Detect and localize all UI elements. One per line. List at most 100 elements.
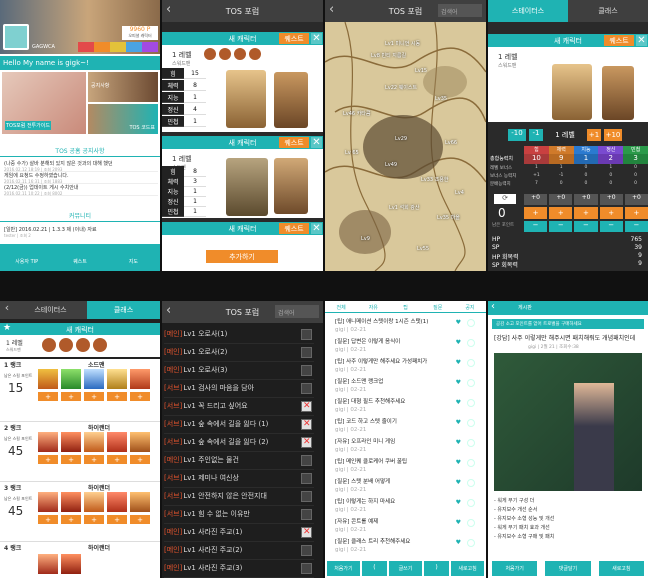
skill-icon[interactable] xyxy=(84,369,104,389)
skill-icon[interactable] xyxy=(84,492,104,512)
increase-button[interactable]: + xyxy=(130,392,150,401)
quest-checkbox[interactable] xyxy=(301,563,312,574)
skill-icon[interactable] xyxy=(61,432,81,452)
write-button[interactable]: 글쓰기 xyxy=(389,561,422,576)
plus-button[interactable]: +0 xyxy=(599,194,623,206)
list-item[interactable]: [자유] 콘트롤 예제 gigi | 02-21 ♥ xyxy=(335,517,475,533)
banner-right-bottom[interactable]: TOS 코드표 xyxy=(88,104,158,134)
tab-status[interactable]: 스테이터스 xyxy=(488,0,568,22)
list-item[interactable]: [질문] 클래스 트리 추천해주세요 gigi | 02-21 ♥ xyxy=(335,537,475,553)
map-label[interactable]: Lv66 xyxy=(445,140,457,146)
level-plus-1-button[interactable]: +1 xyxy=(587,129,601,141)
increase-button[interactable]: + xyxy=(524,207,548,219)
increase-button[interactable]: + xyxy=(38,455,58,464)
quest-item[interactable]: [서브] Lv1 숲 속에서 길을 잃다 (1) xyxy=(164,415,314,434)
quest-checkbox[interactable] xyxy=(301,437,312,448)
list-item[interactable]: [질문] 대형 필드 추천해주세요 gigi | 02-21 ♥ xyxy=(335,397,475,413)
next-page-button[interactable]: ) xyxy=(423,561,450,576)
skill-icon[interactable] xyxy=(130,432,150,452)
skill-icon[interactable] xyxy=(38,554,58,574)
back-icon[interactable]: ‹ xyxy=(491,301,495,312)
map-label[interactable]: Lv 65 xyxy=(345,150,359,156)
map-label[interactable]: Lv1 석회 광산 xyxy=(389,204,420,211)
skill-icon[interactable] xyxy=(130,492,150,512)
list-item[interactable]: [자유] 오프라인 미니 게임 gigi | 02-21 ♥ xyxy=(335,437,475,453)
quest-button[interactable]: 퀘스트 xyxy=(279,33,309,44)
comment-button[interactable]: 댓글달기 xyxy=(545,561,591,576)
quest-item[interactable]: [서브] Lv1 숲 속에서 길을 잃다 (2) xyxy=(164,433,314,452)
list-item[interactable]: [팁] 사주 이렇게만 해주세요 가성패치가 gigi | 02-21 ♥ xyxy=(335,357,475,373)
map-label[interactable]: Lv46 카타콤 xyxy=(343,110,371,117)
refresh-icon[interactable]: ⟳ xyxy=(494,194,516,204)
plus-button[interactable]: +0 xyxy=(524,194,548,206)
prev-page-button[interactable]: ( xyxy=(361,561,388,576)
character-card[interactable]: 새 캐릭터 퀘스트 ✕ xyxy=(162,222,323,271)
skill-icon[interactable] xyxy=(38,369,58,389)
decrease-button[interactable]: − xyxy=(574,220,598,232)
quest-item[interactable]: [서브] Lv1 검사의 마음을 담아 xyxy=(164,379,314,398)
character-card[interactable]: 새 캐릭터 퀘스트 ✕ 1 레벨 스워드맨 힘 15 체력 8 지능 1 정신 4 민첩… xyxy=(162,32,323,132)
map-label[interactable]: Lv8 빈티 지름길 xyxy=(371,52,406,59)
list-item[interactable]: [팁] 메인퀘 클로케어 쿠버 꿀팁 gigi | 02-21 ♥ xyxy=(335,457,475,473)
quest-item[interactable]: [서브] Lv1 안전하지 않은 안전지대 xyxy=(164,487,314,506)
list-item[interactable]: (나중 수가) 살바 분해되 있지 않은 것과의 대해 했던 2016.02.1… xyxy=(4,160,158,172)
quest-checkbox[interactable] xyxy=(301,455,312,466)
skill-icon[interactable] xyxy=(107,369,127,389)
map-label[interactable]: Lv9 xyxy=(361,236,370,242)
nav-map[interactable]: 지도 xyxy=(107,244,160,271)
increase-button[interactable]: + xyxy=(84,392,104,401)
plus-button[interactable]: +0 xyxy=(624,194,648,206)
first-page-button[interactable]: 처음가기 xyxy=(492,561,538,576)
quest-checkbox[interactable] xyxy=(301,419,312,430)
quest-item[interactable]: [메인] Lv1 오로사(1) xyxy=(164,325,314,344)
list-item[interactable]: [질문] 소드맨 랭크업 gigi | 02-21 ♥ xyxy=(335,377,475,393)
skill-icon[interactable] xyxy=(61,492,81,512)
skill-icon[interactable] xyxy=(130,369,150,389)
increase-button[interactable]: + xyxy=(549,207,573,219)
nav-quest[interactable]: 퀘스트 xyxy=(53,244,106,271)
quest-checkbox[interactable] xyxy=(301,347,312,358)
increase-button[interactable]: + xyxy=(107,515,127,524)
quest-item[interactable]: [메인] Lv1 오로사(2) xyxy=(164,343,314,362)
increase-button[interactable]: + xyxy=(599,207,623,219)
increase-button[interactable]: + xyxy=(624,207,648,219)
increase-button[interactable]: + xyxy=(38,515,58,524)
increase-button[interactable]: + xyxy=(38,392,58,401)
increase-button[interactable]: + xyxy=(130,455,150,464)
quest-button[interactable]: 퀘스트 xyxy=(279,137,309,148)
quest-button[interactable]: 퀘스트 xyxy=(604,35,634,46)
close-icon[interactable]: ✕ xyxy=(311,137,322,148)
ad-banner[interactable]: 공감 소고 포인트를 얻어 트로벌을 구매하세요 xyxy=(492,319,644,329)
increase-button[interactable]: + xyxy=(84,455,104,464)
skill-icon[interactable] xyxy=(107,492,127,512)
increase-button[interactable]: + xyxy=(107,392,127,401)
quest-checkbox[interactable] xyxy=(301,509,312,520)
quest-checkbox[interactable] xyxy=(301,527,312,538)
level-plus-10-button[interactable]: +10 xyxy=(604,129,622,141)
skill-icon[interactable] xyxy=(38,492,58,512)
refresh-button[interactable]: 새로고침 xyxy=(598,561,644,576)
tab-class[interactable]: 클래스 xyxy=(568,0,648,22)
close-icon[interactable]: ✕ xyxy=(636,35,647,46)
tab-all[interactable]: 전체 xyxy=(325,301,357,312)
quest-checkbox[interactable] xyxy=(301,545,312,556)
banner-right-top[interactable]: 공지사항 xyxy=(88,72,158,102)
quest-item[interactable]: [메인] Lv1 사라진 주교(2) xyxy=(164,541,314,560)
quest-checkbox[interactable] xyxy=(301,365,312,376)
search-input[interactable]: 검색어 xyxy=(275,305,319,318)
add-character-button[interactable]: 추가하기 xyxy=(206,250,278,263)
back-icon[interactable]: ‹ xyxy=(166,303,171,318)
map-label[interactable]: Lv33 조용한 xyxy=(421,176,449,183)
tab-free[interactable]: 자유 xyxy=(357,301,389,312)
map-label[interactable]: Lv35 xyxy=(435,96,447,102)
map-label[interactable]: Lv15 xyxy=(415,68,427,74)
skill-icon[interactable] xyxy=(84,432,104,452)
quest-item[interactable]: [메인] Lv1 주인없는 물건 xyxy=(164,451,314,470)
skill-icon[interactable] xyxy=(61,554,81,574)
map-label[interactable]: Lv55 xyxy=(417,246,429,252)
skill-icon[interactable] xyxy=(61,369,81,389)
increase-button[interactable]: + xyxy=(61,515,81,524)
back-icon[interactable]: ‹ xyxy=(166,2,171,17)
list-item[interactable]: [팁] 코드 하고 스텟 줄이기 gigi | 02-21 ♥ xyxy=(335,417,475,433)
close-icon[interactable]: ✕ xyxy=(311,223,322,234)
